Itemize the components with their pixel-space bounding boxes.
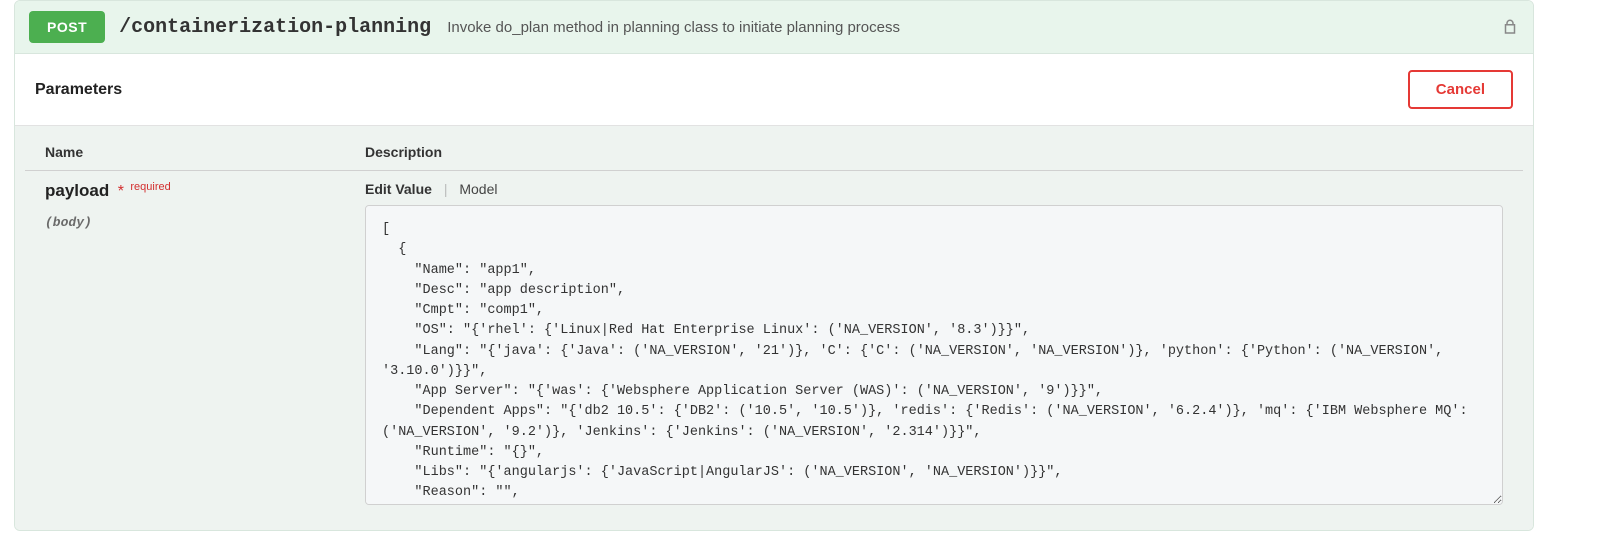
required-star-icon: * (118, 183, 124, 200)
parameter-name-cell: payload * required (body) (45, 181, 365, 510)
tab-edit-value[interactable]: Edit Value (365, 181, 432, 197)
operation-header[interactable]: POST /containerization-planning Invoke d… (15, 1, 1533, 54)
column-header-description: Description (365, 144, 1503, 160)
parameters-title: Parameters (35, 81, 122, 99)
parameter-name: payload (45, 181, 109, 200)
parameters-bar: Parameters Cancel (15, 54, 1533, 126)
operation-block: POST /containerization-planning Invoke d… (14, 0, 1534, 531)
parameter-description-cell: Edit Value | Model (365, 181, 1503, 510)
cancel-button[interactable]: Cancel (1408, 70, 1513, 109)
tab-model[interactable]: Model (459, 181, 497, 197)
endpoint-path: /containerization-planning (119, 16, 431, 39)
payload-body-textarea[interactable] (365, 205, 1503, 505)
tab-separator: | (444, 181, 448, 197)
required-label: required (130, 181, 170, 193)
parameters-table-header: Name Description (25, 126, 1523, 171)
parameters-section: Name Description payload * required (bod… (15, 126, 1533, 530)
column-header-name: Name (45, 144, 365, 160)
lock-icon[interactable] (1501, 18, 1519, 36)
value-tabs: Edit Value | Model (365, 181, 1503, 197)
parameter-row: payload * required (body) Edit Value | M… (25, 171, 1523, 530)
http-method-badge: POST (29, 11, 105, 43)
endpoint-summary: Invoke do_plan method in planning class … (447, 19, 1491, 36)
parameter-location: (body) (45, 215, 365, 230)
